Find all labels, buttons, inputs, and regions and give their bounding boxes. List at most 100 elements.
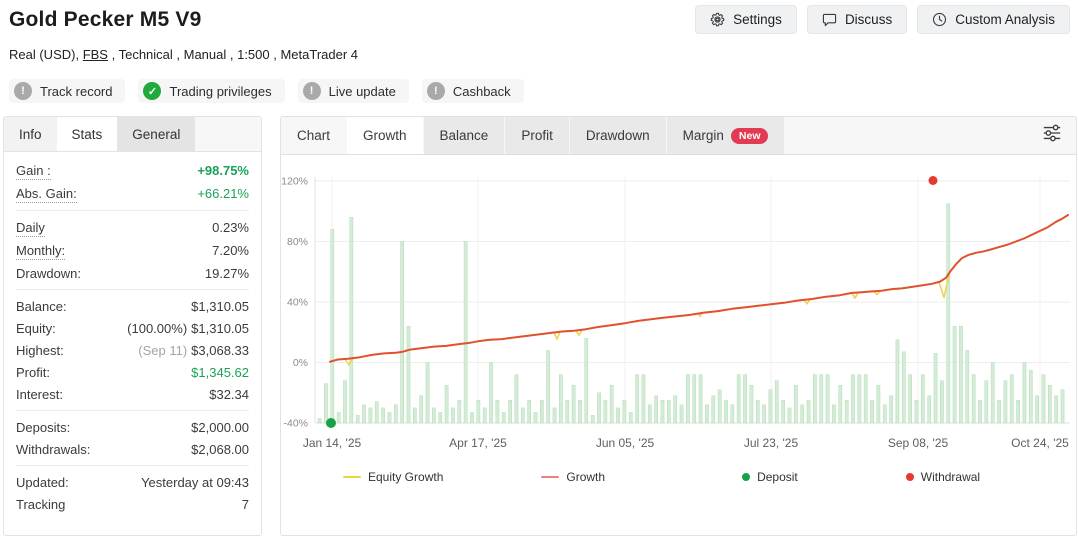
activity-bar bbox=[959, 326, 962, 423]
activity-bar bbox=[382, 408, 385, 423]
custom-analysis-button[interactable]: Custom Analysis bbox=[917, 5, 1070, 34]
activity-bar bbox=[712, 396, 715, 423]
activity-bar bbox=[807, 400, 810, 423]
activity-bar bbox=[597, 393, 600, 423]
monthly-value: 7.20% bbox=[212, 242, 249, 259]
y-tick-label: -40% bbox=[283, 418, 308, 430]
activity-bar bbox=[343, 381, 346, 423]
badge-label: Live update bbox=[329, 84, 396, 99]
tab-stats[interactable]: Stats bbox=[57, 117, 118, 151]
abs-gain-label[interactable]: Abs. Gain: bbox=[16, 185, 77, 203]
main-content: Info Stats General Gain : +98.75% Abs. G… bbox=[0, 116, 1078, 536]
activity-bar bbox=[636, 375, 639, 423]
activity-bar bbox=[934, 353, 937, 423]
legend-label: Withdrawal bbox=[921, 470, 980, 484]
activity-bar bbox=[1055, 396, 1058, 423]
activity-bar bbox=[477, 400, 480, 423]
stat-row-drawdown: Drawdown: 19.27% bbox=[16, 262, 249, 284]
growth-chart: 120%80%40%0%-40%Jan 14, '25Apr 17, '25Ju… bbox=[281, 161, 1076, 459]
activity-bar bbox=[763, 405, 766, 423]
stat-row-withdrawals: Withdrawals: $2,068.00 bbox=[16, 438, 249, 460]
activity-bar bbox=[1048, 385, 1051, 423]
deposit-marker[interactable] bbox=[326, 418, 336, 428]
activity-bar bbox=[401, 242, 404, 424]
badge-track-record[interactable]: ! Track record bbox=[9, 79, 125, 103]
activity-bar bbox=[680, 405, 683, 423]
tab-margin[interactable]: Margin New bbox=[667, 117, 785, 154]
updated-label: Updated: bbox=[16, 474, 69, 491]
tab-chart[interactable]: Chart bbox=[281, 117, 346, 154]
activity-bar bbox=[896, 340, 899, 423]
activity-bar bbox=[775, 381, 778, 423]
activity-bar bbox=[972, 375, 975, 423]
tab-balance[interactable]: Balance bbox=[424, 117, 505, 154]
y-tick-label: 80% bbox=[287, 236, 308, 248]
activity-bar bbox=[1029, 370, 1032, 423]
activity-bar bbox=[826, 375, 829, 423]
stats-panel-body: Gain : +98.75% Abs. Gain: +66.21% Daily … bbox=[4, 152, 261, 515]
activity-bar bbox=[1010, 375, 1013, 423]
gain-label[interactable]: Gain : bbox=[16, 162, 51, 180]
equity-growth-swatch bbox=[343, 476, 361, 479]
activity-bar bbox=[997, 400, 1000, 423]
deposits-label: Deposits: bbox=[16, 419, 70, 436]
y-tick-label: 40% bbox=[287, 297, 308, 309]
activity-bar bbox=[1023, 363, 1026, 424]
activity-bar bbox=[578, 400, 581, 423]
tab-info[interactable]: Info bbox=[4, 117, 57, 151]
activity-bar bbox=[940, 381, 943, 423]
badge-live-update[interactable]: ! Live update bbox=[298, 79, 409, 103]
equity-value: (100.00%)$1,310.05 bbox=[127, 320, 249, 337]
growth-chart-area: 120%80%40%0%-40%Jan 14, '25Apr 17, '25Ju… bbox=[281, 155, 1076, 484]
equity-percent: (100.00%) bbox=[127, 321, 187, 336]
activity-bar bbox=[394, 405, 397, 423]
custom-analysis-button-label: Custom Analysis bbox=[955, 12, 1055, 27]
activity-bar bbox=[1042, 375, 1045, 423]
x-tick-label: Apr 17, '25 bbox=[449, 436, 507, 450]
badge-cashback[interactable]: ! Cashback bbox=[422, 79, 524, 103]
activity-bar bbox=[686, 375, 689, 423]
monthly-label[interactable]: Monthly: bbox=[16, 242, 65, 260]
tab-drawdown[interactable]: Drawdown bbox=[570, 117, 666, 154]
activity-bar bbox=[788, 408, 791, 423]
activity-bar bbox=[699, 375, 702, 423]
divider bbox=[16, 465, 249, 466]
highest-value: (Sep 11)$3,068.33 bbox=[138, 342, 249, 359]
daily-label[interactable]: Daily bbox=[16, 219, 45, 237]
tab-drawdown-label: Drawdown bbox=[586, 128, 650, 143]
speech-bubble-icon bbox=[822, 13, 837, 27]
activity-bar bbox=[350, 217, 353, 423]
activity-bar bbox=[337, 412, 340, 423]
chart-filter-button[interactable] bbox=[1041, 123, 1063, 148]
tab-growth[interactable]: Growth bbox=[347, 117, 423, 154]
activity-bar bbox=[629, 412, 632, 423]
withdrawals-value: $2,068.00 bbox=[191, 441, 249, 458]
activity-bar bbox=[521, 408, 524, 423]
clock-icon bbox=[932, 12, 947, 27]
tab-general[interactable]: General bbox=[117, 117, 195, 151]
badge-trading-privileges[interactable]: ✓ Trading privileges bbox=[138, 79, 284, 103]
subtitle-suffix: , Technical , Manual , 1:500 , MetaTrade… bbox=[108, 47, 358, 62]
activity-bar bbox=[616, 408, 619, 423]
tab-profit[interactable]: Profit bbox=[505, 117, 569, 154]
y-tick-label: 0% bbox=[293, 357, 308, 369]
gear-icon bbox=[710, 12, 725, 27]
discuss-button[interactable]: Discuss bbox=[807, 5, 907, 34]
activity-bar bbox=[769, 390, 772, 423]
activity-bar bbox=[921, 375, 924, 423]
activity-bar bbox=[623, 400, 626, 423]
profit-value: $1,345.62 bbox=[191, 364, 249, 381]
activity-bar bbox=[1061, 390, 1064, 423]
settings-button[interactable]: Settings bbox=[695, 5, 797, 34]
withdrawal-marker[interactable] bbox=[929, 176, 938, 185]
activity-bar bbox=[674, 396, 677, 423]
stat-row-deposits: Deposits: $2,000.00 bbox=[16, 416, 249, 438]
stat-row-balance: Balance: $1,310.05 bbox=[16, 295, 249, 317]
badge-label: Trading privileges bbox=[169, 84, 271, 99]
exclamation-icon: ! bbox=[303, 82, 321, 100]
activity-bar bbox=[591, 415, 594, 423]
broker-link[interactable]: FBS bbox=[83, 47, 108, 62]
activity-bar bbox=[756, 400, 759, 423]
activity-bar bbox=[528, 400, 531, 423]
activity-bar bbox=[483, 408, 486, 423]
